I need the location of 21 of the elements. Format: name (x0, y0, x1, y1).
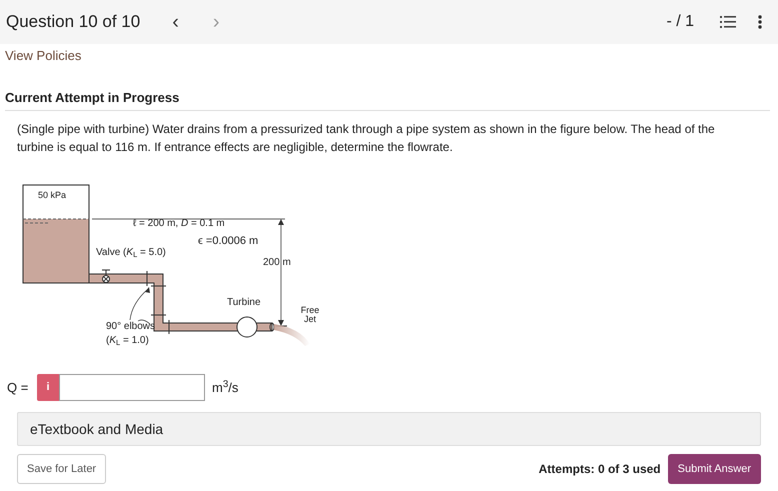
attempt-heading: Current Attempt in Progress (5, 89, 180, 107)
score-text: - / 1 (666, 12, 694, 32)
height-label: 200 m (263, 258, 291, 268)
question-text: (Single pipe with turbine) Water drains from a pressurized tank through a pipe system as shown in the figure below. The head of the turbine is equal to 116 m. If entrance effects are negligible, determine the flowrate. (17, 121, 716, 156)
info-button[interactable]: i (37, 374, 59, 401)
elbow-loss-label: (K$_{L}$ = 1.0) (106, 336, 149, 346)
turbine-label: Turbine (227, 298, 261, 308)
pipe-dimensions-label: ℓ = 200 m, D = 0.1 m (133, 219, 225, 229)
free-jet-label: Free Jet (300, 306, 320, 324)
valve-label: Valve (K$_{L}$ = 5.0) (96, 248, 166, 258)
media-panel[interactable]: eTextbook and Media (17, 412, 761, 446)
save-for-later-button[interactable]: Save for Later (17, 454, 106, 484)
roughness-label: ϵ =0.0006 m (198, 236, 258, 247)
submit-answer-button[interactable]: Submit Answer (668, 454, 761, 484)
view-policies-link[interactable]: View Policies (5, 48, 82, 63)
previous-button[interactable]: ‹ (168, 12, 183, 32)
answer-label: Q = (6, 378, 30, 397)
pressure-label: 50 kPa (38, 191, 66, 200)
question-title: Question 10 of 10 (6, 11, 140, 34)
attempts-text: Attempts: 0 of 3 used (538, 461, 661, 478)
unit-label: m$^{3}$/s (212, 378, 238, 397)
